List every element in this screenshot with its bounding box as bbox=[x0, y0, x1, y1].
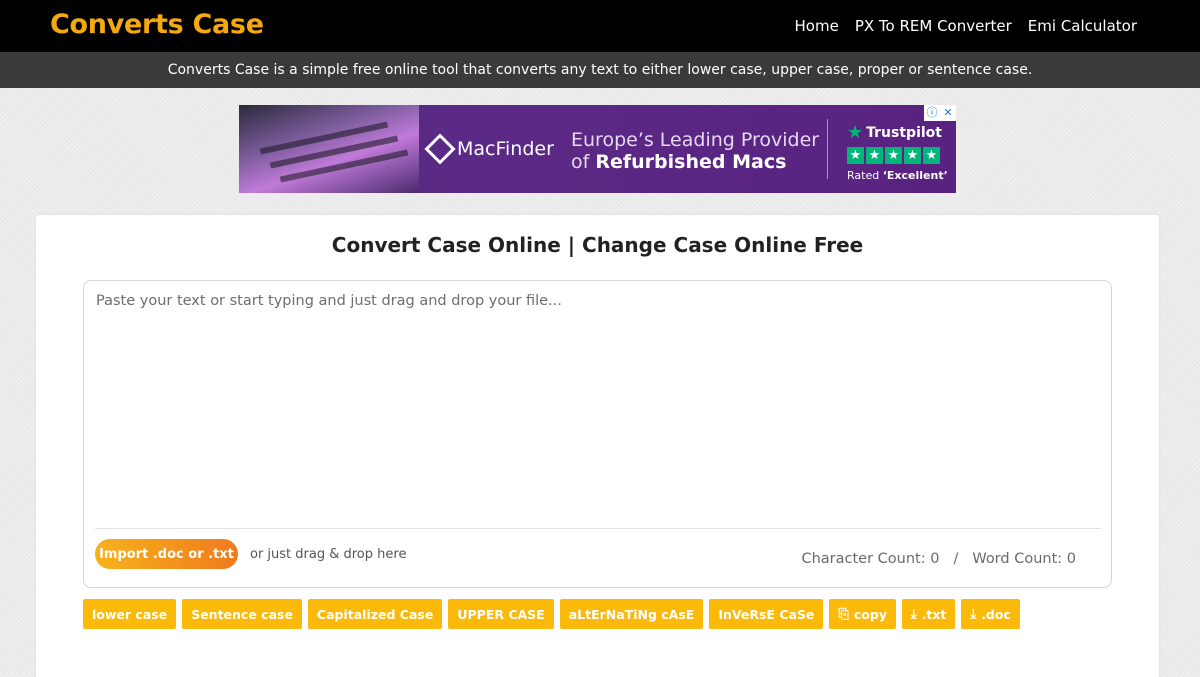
laptop-image bbox=[239, 105, 419, 193]
star-icon: ★ bbox=[847, 147, 864, 164]
download-txt-label: .txt bbox=[921, 606, 947, 622]
download-txt-button[interactable]: ⤓ .txt bbox=[901, 599, 956, 629]
main-nav: Home PX To REM Converter Emi Calculator bbox=[795, 17, 1137, 35]
upper-case-button[interactable]: UPPER CASE bbox=[448, 599, 554, 629]
word-count: Word Count: 0 bbox=[972, 551, 1076, 567]
trustpilot-rating: ★ Trustpilot ★ ★ ★ ★ ★ Rated ‘Excellent’ bbox=[847, 122, 948, 182]
macfinder-logo-icon bbox=[424, 133, 456, 165]
trustpilot-title: ★ Trustpilot bbox=[847, 122, 948, 143]
text-counters: Character Count: 0 / Word Count: 0 bbox=[801, 551, 1076, 567]
count-separator: / bbox=[953, 551, 959, 567]
star-icon: ★ bbox=[904, 147, 921, 164]
ad-headline-line1: Europe’s Leading Provider bbox=[571, 129, 820, 151]
advertisement-banner[interactable]: MacFinder Europe’s Leading Provider of R… bbox=[239, 105, 956, 193]
rated-value: ‘Excellent’ bbox=[882, 169, 948, 182]
character-count: Character Count: 0 bbox=[801, 551, 940, 567]
nav-home[interactable]: Home bbox=[795, 17, 839, 35]
nav-px-to-rem[interactable]: PX To REM Converter bbox=[855, 17, 1012, 35]
macfinder-logo-text: MacFinder bbox=[457, 138, 554, 160]
site-tagline: Converts Case is a simple free online to… bbox=[0, 52, 1200, 88]
sentence-case-button[interactable]: Sentence case bbox=[182, 599, 302, 629]
alternating-case-button[interactable]: aLtErNaTiNg cAsE bbox=[559, 599, 704, 629]
nav-emi-calculator[interactable]: Emi Calculator bbox=[1028, 17, 1137, 35]
star-icon: ★ bbox=[885, 147, 902, 164]
drag-drop-hint: or just drag & drop here bbox=[250, 547, 407, 562]
converter-card: Convert Case Online | Change Case Online… bbox=[36, 215, 1159, 677]
import-file-button[interactable]: Import .doc or .txt bbox=[95, 539, 238, 569]
inverse-case-button[interactable]: InVeRsE CaSe bbox=[709, 599, 824, 629]
ad-divider bbox=[827, 119, 828, 179]
trustpilot-label: Trustpilot bbox=[866, 124, 942, 141]
capitalized-case-button[interactable]: Capitalized Case bbox=[307, 599, 443, 629]
ad-choices: ⓘ ✕ bbox=[924, 105, 956, 121]
ad-headline-bold: Refurbished Macs bbox=[595, 151, 787, 173]
ad-close-icon[interactable]: ✕ bbox=[940, 105, 956, 121]
top-navbar: Converts Case Home PX To REM Converter E… bbox=[0, 0, 1200, 52]
copy-icon: ⎘ bbox=[838, 606, 849, 622]
text-input[interactable] bbox=[96, 293, 1096, 523]
lower-case-button[interactable]: lower case bbox=[83, 599, 177, 629]
star-icon: ★ bbox=[866, 147, 883, 164]
text-editor-box: Import .doc or .txt or just drag & drop … bbox=[83, 280, 1112, 588]
download-doc-button[interactable]: ⤓ .doc bbox=[961, 599, 1020, 629]
trustpilot-stars: ★ ★ ★ ★ ★ bbox=[847, 147, 948, 164]
ad-info-icon[interactable]: ⓘ bbox=[924, 105, 940, 121]
download-icon: ⤓ bbox=[910, 606, 917, 622]
laptop-keyrow bbox=[269, 135, 399, 169]
case-toolbar: lower case Sentence case Capitalized Cas… bbox=[83, 599, 1020, 629]
macfinder-logo: MacFinder bbox=[424, 133, 554, 165]
ad-headline-prefix: of bbox=[571, 151, 590, 173]
page-title: Convert Case Online | Change Case Online… bbox=[331, 233, 864, 257]
copy-button[interactable]: ⎘ copy bbox=[829, 599, 896, 629]
star-icon: ★ bbox=[923, 147, 940, 164]
trustpilot-star-icon: ★ bbox=[847, 122, 864, 143]
download-doc-label: .doc bbox=[981, 606, 1011, 622]
rated-prefix: Rated bbox=[847, 169, 880, 182]
site-logo[interactable]: Converts Case bbox=[50, 9, 264, 40]
ad-headline-line2: of Refurbished Macs bbox=[571, 151, 819, 173]
laptop-keyrow bbox=[259, 121, 389, 155]
ad-headline: Europe’s Leading Provider of Refurbished… bbox=[571, 129, 819, 173]
copy-label: copy bbox=[853, 606, 887, 622]
editor-divider bbox=[95, 528, 1101, 529]
download-icon: ⤓ bbox=[970, 606, 977, 622]
laptop-keyrow bbox=[279, 149, 409, 183]
trustpilot-rated: Rated ‘Excellent’ bbox=[847, 169, 948, 182]
